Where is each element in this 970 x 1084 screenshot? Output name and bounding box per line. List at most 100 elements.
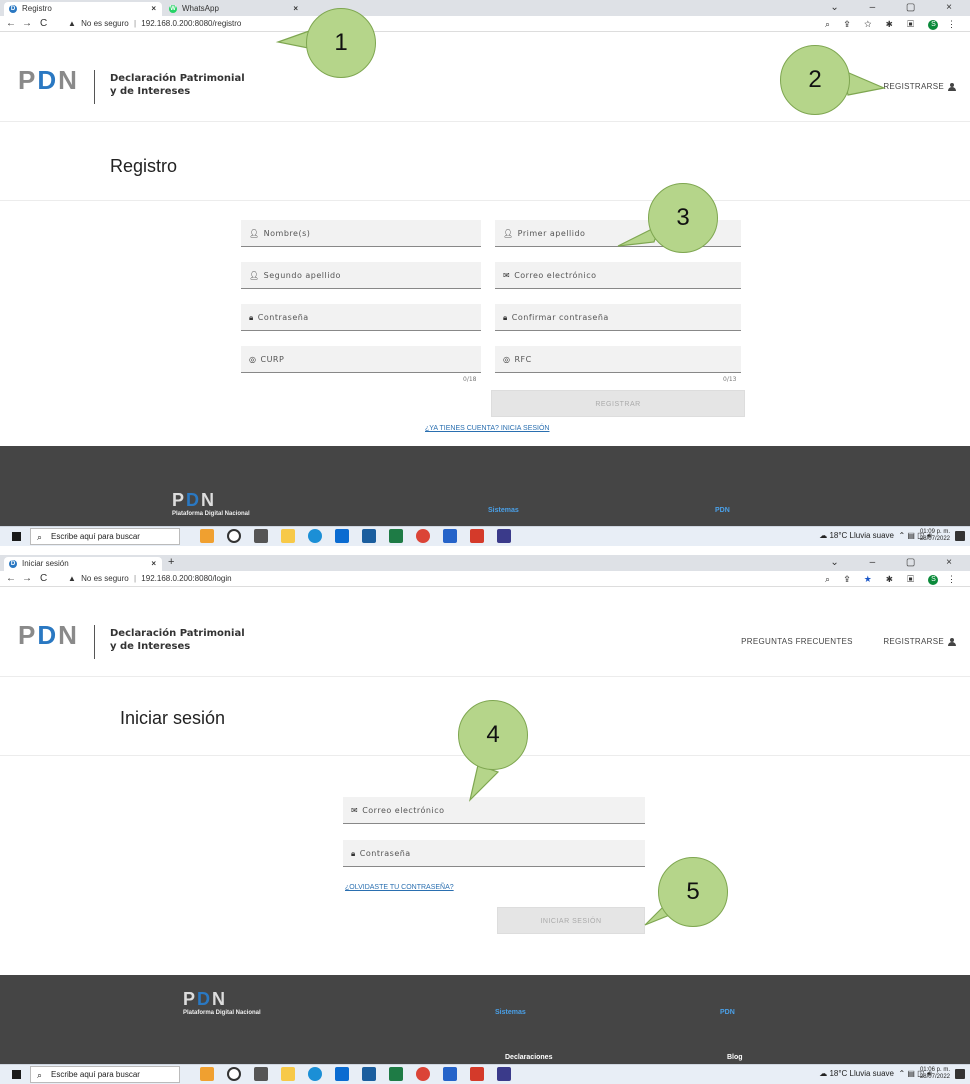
weather-tray[interactable]: ☁ 18°C Lluvia suave ⌃ ▤ ◫ 🔊︎ (819, 531, 932, 541)
back-icon[interactable]: ← (6, 16, 16, 32)
tab-label: Iniciar sesión (22, 559, 69, 568)
search-icon: ⌕ (37, 1070, 43, 1080)
security-status: No es seguro (81, 19, 129, 28)
windows-start-icon[interactable] (12, 1070, 21, 1079)
nombre-field[interactable]: 👤︎ Nombre(s) (241, 220, 481, 247)
profile-avatar-icon[interactable]: S (928, 574, 939, 585)
person-icon: 👤︎ (503, 229, 514, 238)
url-text[interactable]: 192.168.0.200:8080/login (141, 574, 231, 583)
mail-icon[interactable] (335, 529, 349, 543)
tab-whatsapp[interactable]: W WhatsApp × (164, 2, 304, 16)
edge-icon[interactable] (308, 529, 322, 543)
taskbar-search[interactable]: ⌕ Escribe aquí para buscar (30, 528, 180, 545)
weather-tray[interactable]: ☁ 18°C Lluvia suave ⌃ ▤ ◫ 🔊︎ (819, 1069, 932, 1079)
notification-icon[interactable] (955, 531, 965, 541)
fingerprint-icon: ◎ (503, 355, 511, 364)
pdn-logo[interactable]: PDN (18, 620, 79, 651)
cortana-icon[interactable] (227, 1067, 241, 1081)
windows-start-icon[interactable] (12, 532, 21, 541)
forward-icon[interactable]: → (22, 571, 32, 587)
notification-icon[interactable] (955, 1069, 965, 1079)
window-controls[interactable]: ⌄ – ▢ × (830, 557, 966, 568)
confirmar-contrasena-field[interactable]: 🔒︎ Confirmar contraseña (495, 304, 741, 331)
edge-icon[interactable] (308, 1067, 322, 1081)
cortana-icon[interactable] (227, 529, 241, 543)
tab-label: WhatsApp (182, 4, 219, 13)
reload-icon[interactable]: C (40, 571, 47, 587)
warning-icon: ▲ (68, 574, 76, 583)
iniciar-sesion-button[interactable]: INICIAR SESIÓN (497, 907, 645, 934)
forward-icon[interactable]: → (22, 16, 32, 32)
login-link[interactable]: ¿YA TIENES CUENTA? INICIA SESIÓN (425, 425, 549, 432)
curp-field[interactable]: ◎ CURP (241, 346, 481, 373)
excel-icon[interactable] (389, 1067, 403, 1081)
person-icon: 👤︎ (249, 229, 260, 238)
correo-field[interactable]: ✉ Correo electrónico (495, 262, 741, 289)
file-explorer-icon[interactable] (281, 1067, 295, 1081)
url-text[interactable]: 192.168.0.200:8080/registro (141, 19, 241, 28)
chrome-icon[interactable] (416, 1067, 430, 1081)
header-nav: REGISTRARSE (855, 82, 958, 91)
footer-logo[interactable]: PDN Plataforma Digital Nacional (183, 989, 261, 1016)
mail-icon[interactable] (335, 1067, 349, 1081)
contrasena-field[interactable]: 🔒︎ Contraseña (241, 304, 481, 331)
taskbar-clock[interactable]: 01:06 p. m. 28/07/2022 (920, 1067, 950, 1081)
chrome-icon[interactable] (416, 529, 430, 543)
tab-registro[interactable]: D Registro × (4, 2, 162, 16)
address-bar[interactable]: ← → C ▲ No es seguro | 192.168.0.200:808… (0, 571, 970, 587)
file-explorer-icon[interactable] (281, 529, 295, 543)
login-correo-field[interactable]: ✉ Correo electrónico (343, 797, 645, 824)
rfc-field[interactable]: ◎ RFC (495, 346, 741, 373)
close-tab-icon[interactable]: × (151, 2, 156, 16)
footer-pdn-heading: PDN (720, 1009, 735, 1016)
footer-logo[interactable]: PDN Plataforma Digital Nacional (172, 490, 250, 517)
footer-declaraciones-link[interactable]: Declaraciones (505, 1054, 552, 1061)
taskbar-apps (200, 1067, 524, 1081)
address-bar[interactable]: ← → C ▲ No es seguro | 192.168.0.200:808… (0, 16, 970, 32)
outlook-icon[interactable] (362, 529, 376, 543)
profile-avatar-icon[interactable]: S (928, 19, 939, 30)
remote-desktop-icon[interactable] (497, 529, 511, 543)
remote-desktop-icon[interactable] (497, 1067, 511, 1081)
footer-sistemas-heading: Sistemas (488, 507, 519, 514)
taskbar-clock[interactable]: 01:09 p. m. 28/07/2022 (920, 529, 950, 543)
excel-icon[interactable] (389, 529, 403, 543)
close-tab-icon[interactable]: × (151, 557, 156, 571)
person-icon: 👤︎ (249, 271, 260, 280)
faq-link[interactable]: PREGUNTAS FRECUENTES (741, 637, 853, 646)
pdn-logo[interactable]: PDN (18, 65, 79, 96)
window-controls[interactable]: ⌄ – ▢ × (830, 2, 966, 13)
site-footer: PDN Plataforma Digital Nacional Sistemas… (0, 446, 970, 534)
footer-blog-link[interactable]: Blog (727, 1054, 743, 1061)
lock-icon: 🔒︎ (503, 313, 508, 322)
app-icon[interactable] (200, 1067, 214, 1081)
back-icon[interactable]: ← (6, 571, 16, 587)
outlook-icon[interactable] (362, 1067, 376, 1081)
registrar-button[interactable]: REGISTRAR (491, 390, 745, 417)
task-view-icon[interactable] (254, 1067, 268, 1081)
browser-toolbar-icons[interactable]: ⌕ ⇪ ☆ ✱ ▣ S ⋮ (825, 16, 962, 32)
task-view-icon[interactable] (254, 529, 268, 543)
tab-iniciar-sesion[interactable]: D Iniciar sesión × (4, 557, 162, 571)
new-tab-button[interactable]: + (168, 556, 174, 568)
browser-toolbar-icons[interactable]: ⌕ ⇪ ★ ✱ ▣ S ⋮ (825, 571, 962, 587)
register-link[interactable]: REGISTRARSE (869, 637, 958, 646)
site-footer: PDN Plataforma Digital Nacional Sistemas… (0, 975, 970, 1065)
app-icon[interactable] (200, 529, 214, 543)
calculator-icon[interactable] (443, 1067, 457, 1081)
acrobat-icon[interactable] (470, 529, 484, 543)
acrobat-icon[interactable] (470, 1067, 484, 1081)
pdn-favicon-icon: D (9, 560, 17, 568)
forgot-password-link[interactable]: ¿OLVIDASTE TU CONTRASEÑA? (345, 884, 454, 891)
register-link[interactable]: REGISTRARSE (869, 82, 958, 91)
callout-1: 1 (306, 8, 376, 78)
segundo-apellido-field[interactable]: 👤︎ Segundo apellido (241, 262, 481, 289)
footer-sistemas-heading: Sistemas (495, 1009, 526, 1016)
login-contrasena-field[interactable]: 🔒︎ Contraseña (343, 840, 645, 867)
tab-label: Registro (22, 4, 52, 13)
windows-taskbar: ⌕ Escribe aquí para buscar ☁ 18°C Lluvia … (0, 1064, 970, 1084)
taskbar-search[interactable]: ⌕ Escribe aquí para buscar (30, 1066, 180, 1083)
calculator-icon[interactable] (443, 529, 457, 543)
reload-icon[interactable]: C (40, 16, 47, 32)
close-tab-icon[interactable]: × (293, 2, 298, 16)
